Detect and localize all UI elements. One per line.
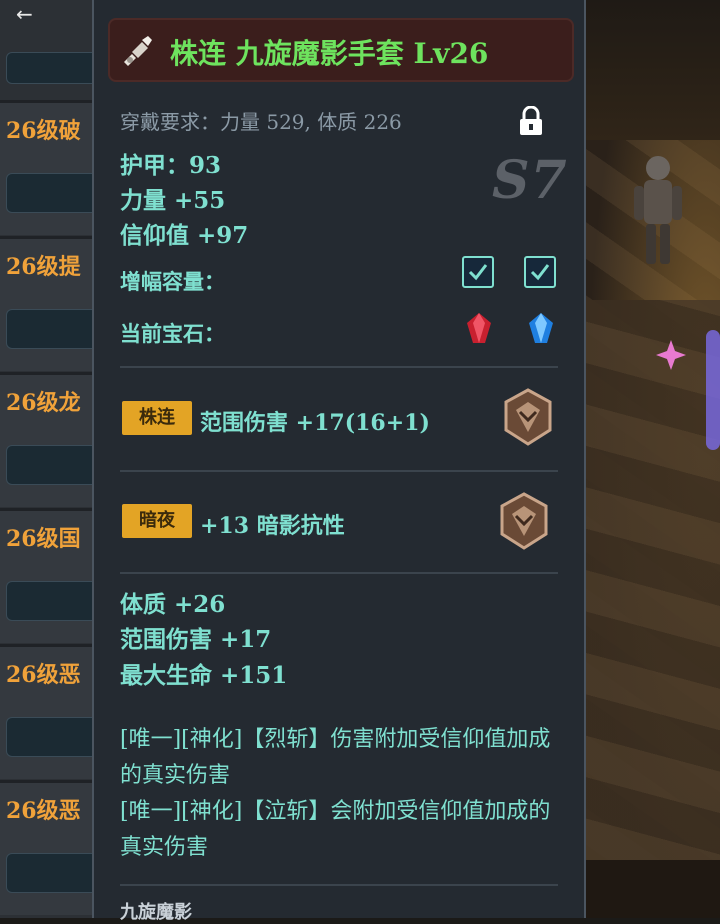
list-item[interactable]: 26级恶 <box>0 644 118 779</box>
bonus-stat: 范围伤害 +17 <box>120 626 272 653</box>
blue-glow-icon <box>706 330 720 450</box>
scene-floor <box>586 300 720 860</box>
check-icon <box>468 264 488 281</box>
list-item[interactable]: 26级提 <box>0 236 118 371</box>
list-item[interactable]: 26级恶 <box>0 780 118 915</box>
list-item-title: 26级恶 <box>6 662 81 688</box>
base-stat: 信仰值 +97 <box>120 222 249 249</box>
back-arrow-icon[interactable]: ← <box>16 2 33 26</box>
divider <box>120 366 558 368</box>
character-figure <box>634 156 682 264</box>
list-item-title: 26级破 <box>6 118 81 144</box>
list-item[interactable]: 26级龙 <box>0 372 118 507</box>
capacity-label: 增幅容量： <box>120 269 225 294</box>
list-item-title: 26级恶 <box>6 798 81 824</box>
base-stat: 护甲：93 <box>120 152 222 179</box>
game-scene <box>586 0 720 918</box>
pink-spark-icon <box>656 340 686 370</box>
affix-tag: 株连 <box>122 401 192 435</box>
affix-text: 范围伤害 +17(16+1) <box>200 410 430 436</box>
divider <box>120 470 558 472</box>
scene-wall <box>586 0 720 140</box>
effect-description: [唯一][神化]【泣斩】会附加受信仰值加成的真实伤害 <box>120 799 551 860</box>
bronze-shield-icon <box>504 388 552 446</box>
scene-shadow <box>586 860 720 918</box>
list-item[interactable]: 26级破 <box>0 100 118 235</box>
effect-description: [唯一][神化]【烈斩】伤害附加受信仰值加成的真实伤害 <box>120 727 551 788</box>
gauntlet-icon <box>124 36 152 66</box>
bonus-stat: 最大生命 +151 <box>120 662 288 689</box>
divider <box>120 572 558 574</box>
gems-label: 当前宝石： <box>120 321 225 346</box>
list-item-title: 26级提 <box>6 254 81 280</box>
bronze-shield-icon <box>500 492 548 550</box>
tier-label: S7 <box>492 150 568 211</box>
blue-gem-icon[interactable] <box>528 312 554 344</box>
item-list: ← 26级破 26级提 26级龙 26级国 26级恶 26级恶 <box>0 0 118 918</box>
capacity-checkbox[interactable] <box>462 256 494 288</box>
affix-tag: 暗夜 <box>122 504 192 538</box>
base-stat: 力量 +55 <box>120 187 226 214</box>
set-name: 九旋魔影 <box>120 902 192 923</box>
list-item[interactable]: 26级国 <box>0 508 118 643</box>
lock-icon[interactable] <box>518 106 544 136</box>
affix-text: +13 暗影抗性 <box>200 513 345 539</box>
check-icon <box>530 264 550 281</box>
bonus-stat: 体质 +26 <box>120 591 226 618</box>
divider <box>120 884 558 886</box>
item-name: 株连 九旋魔影手套 Lv26 <box>170 37 489 70</box>
list-item-title: 26级国 <box>6 526 81 552</box>
capacity-checkbox[interactable] <box>524 256 556 288</box>
list-item-title: 26级龙 <box>6 390 81 416</box>
wear-requirement: 穿戴要求：力量 529, 体质 226 <box>120 110 402 134</box>
item-title-bar: 株连 九旋魔影手套 Lv26 <box>108 18 574 82</box>
item-tooltip: 株连 九旋魔影手套 Lv26 穿戴要求：力量 529, 体质 226 S7 护甲… <box>92 0 586 923</box>
red-gem-icon[interactable] <box>466 312 492 344</box>
